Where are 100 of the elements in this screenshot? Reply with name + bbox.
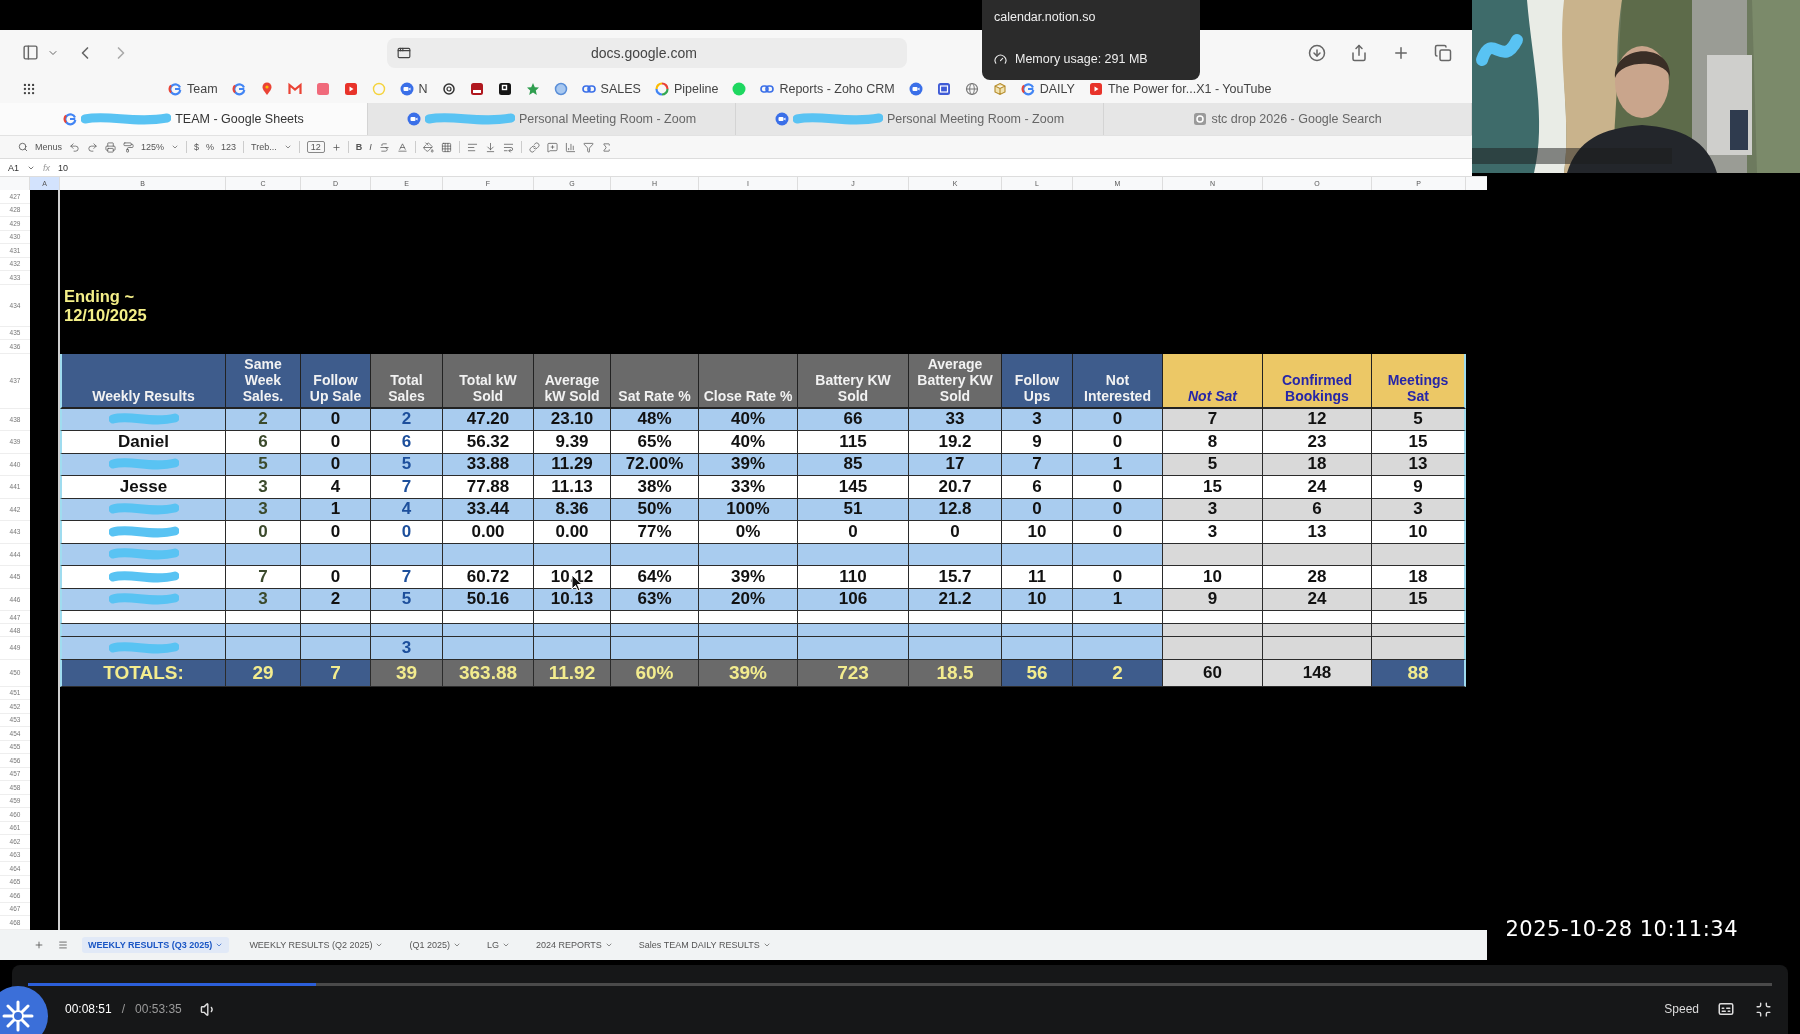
align-icon[interactable] bbox=[466, 141, 478, 153]
formula-field[interactable]: 10 bbox=[58, 162, 69, 173]
strikethrough-icon[interactable] bbox=[378, 141, 390, 153]
table-cell: 33 bbox=[909, 408, 1002, 431]
all-sheets-icon[interactable] bbox=[58, 940, 68, 950]
table-cell: 39% bbox=[699, 453, 798, 476]
functions-icon[interactable] bbox=[600, 141, 612, 153]
table-cell: 17 bbox=[909, 453, 1002, 476]
add-sheet-icon[interactable] bbox=[34, 940, 44, 950]
bookmark-icon bbox=[497, 82, 512, 96]
table-cell: 12 bbox=[1263, 408, 1372, 431]
link-icon[interactable] bbox=[528, 141, 540, 153]
borders-icon[interactable] bbox=[440, 141, 452, 153]
bookmark[interactable]: Team bbox=[168, 82, 218, 96]
name-box[interactable]: A1 bbox=[8, 162, 19, 173]
link-icon bbox=[581, 82, 596, 96]
sheet-tab[interactable]: 2024 REPORTS bbox=[529, 937, 619, 953]
bookmark[interactable]: The Power for...X1 - YouTube bbox=[1088, 82, 1272, 96]
address-bar[interactable]: docs.google.com bbox=[387, 37, 907, 68]
table-cell: 100% bbox=[699, 498, 798, 521]
table-cell: 11 bbox=[1002, 566, 1073, 589]
sheet-tab[interactable]: Sales TEAM DAILY RESULTS bbox=[632, 937, 777, 953]
total-cell: 39% bbox=[699, 659, 798, 687]
table-cell: 38% bbox=[611, 476, 699, 499]
table-cell: 9 bbox=[1372, 476, 1466, 499]
table-cell: 77.88 bbox=[443, 476, 534, 499]
sidebar-icon[interactable] bbox=[22, 44, 39, 61]
text-color-icon[interactable] bbox=[396, 141, 408, 153]
sheet-tab[interactable]: (Q1 2025) bbox=[403, 937, 467, 953]
increase-size-icon[interactable] bbox=[331, 142, 341, 152]
progress-track[interactable] bbox=[28, 983, 1772, 986]
italic-button[interactable]: I bbox=[369, 142, 372, 152]
print-icon[interactable] bbox=[105, 141, 116, 153]
table-cell bbox=[301, 624, 371, 637]
table-cell: 48% bbox=[611, 408, 699, 431]
font-select[interactable]: Treb... bbox=[251, 142, 277, 152]
table-cell: 2 bbox=[371, 408, 443, 431]
comment-icon[interactable] bbox=[546, 141, 558, 153]
redo-icon[interactable] bbox=[87, 141, 98, 153]
chart-icon[interactable] bbox=[564, 141, 576, 153]
bookmark[interactable]: Reports - Zoho CRM bbox=[760, 82, 895, 96]
bookmark[interactable]: DAILY bbox=[1020, 82, 1075, 96]
caret-icon bbox=[171, 143, 180, 151]
total-cell: 39 bbox=[371, 659, 443, 687]
table-cell: 0.00 bbox=[534, 521, 611, 544]
table-cell: 0 bbox=[1073, 521, 1163, 544]
sheet-tab[interactable]: WEEKLY RESULTS (Q3 2025) bbox=[82, 937, 230, 953]
percent-button[interactable]: % bbox=[206, 142, 215, 152]
table-cell: 15 bbox=[1372, 431, 1466, 454]
name-cell: Jesse bbox=[60, 476, 226, 499]
table-cell: 4 bbox=[301, 476, 371, 499]
table-cell bbox=[371, 611, 443, 624]
filter-icon[interactable] bbox=[582, 141, 594, 153]
zoom-select[interactable]: 125% bbox=[141, 142, 165, 152]
sheet-title: Ending ~ 12/10/2025 bbox=[63, 285, 147, 326]
totals-label: TOTALS: bbox=[60, 659, 226, 687]
bookmark[interactable]: Pipeline bbox=[654, 82, 719, 96]
exit-fullscreen-icon[interactable] bbox=[1755, 1000, 1772, 1018]
font-size-field[interactable]: 12 bbox=[306, 142, 325, 152]
captions-icon[interactable] bbox=[1717, 1000, 1735, 1018]
bookmark-icon bbox=[315, 82, 330, 96]
bookmark[interactable]: SALES bbox=[581, 82, 641, 96]
undo-icon[interactable] bbox=[69, 141, 80, 153]
number-format-button[interactable]: 123 bbox=[221, 142, 237, 152]
column-header: Follow Ups bbox=[1002, 353, 1073, 409]
column-header: Battery KW Sold bbox=[798, 353, 909, 409]
sheet-tab[interactable]: LG bbox=[480, 937, 516, 953]
table-cell: 20% bbox=[699, 588, 798, 611]
column-header: Weekly Results bbox=[60, 353, 226, 409]
total-cell: 7 bbox=[301, 659, 371, 687]
share-icon[interactable] bbox=[1350, 43, 1368, 62]
table-cell: 2 bbox=[301, 588, 371, 611]
paint-format-icon[interactable] bbox=[123, 141, 134, 153]
sheet-tab[interactable]: WEEKLY RESULTS (Q2 2025) bbox=[243, 937, 390, 953]
bookmark[interactable]: N bbox=[399, 82, 428, 96]
table-cell: 10 bbox=[1002, 521, 1073, 544]
table-cell: 145 bbox=[798, 476, 909, 499]
table-cell: 1 bbox=[1073, 453, 1163, 476]
search-icon[interactable] bbox=[18, 142, 28, 152]
menus-search[interactable]: Menus bbox=[35, 142, 62, 152]
table-cell: 40% bbox=[699, 408, 798, 431]
table-cell: 12.8 bbox=[909, 498, 1002, 521]
table-cell: 0 bbox=[226, 521, 301, 544]
table-cell: 10.12 bbox=[534, 566, 611, 589]
table-cell: 0 bbox=[371, 521, 443, 544]
wrap-icon[interactable] bbox=[502, 141, 514, 153]
table-cell: 8.36 bbox=[534, 498, 611, 521]
currency-button[interactable]: $ bbox=[194, 142, 200, 152]
fill-color-icon[interactable] bbox=[422, 141, 434, 153]
tabs-overview-icon[interactable] bbox=[1434, 43, 1452, 62]
table-cell: 20.7 bbox=[909, 476, 1002, 499]
table-cell: 1 bbox=[1073, 588, 1163, 611]
download-icon[interactable] bbox=[1308, 43, 1326, 62]
caret-icon bbox=[604, 941, 613, 949]
apps-grid-icon[interactable] bbox=[22, 82, 36, 96]
bold-button[interactable]: B bbox=[355, 142, 363, 152]
browser-tab[interactable]: TEAM - Google Sheets bbox=[0, 103, 368, 135]
google-icon bbox=[231, 82, 246, 96]
speed-button[interactable]: Speed bbox=[1664, 1002, 1699, 1016]
vertical-align-icon[interactable] bbox=[484, 141, 496, 153]
